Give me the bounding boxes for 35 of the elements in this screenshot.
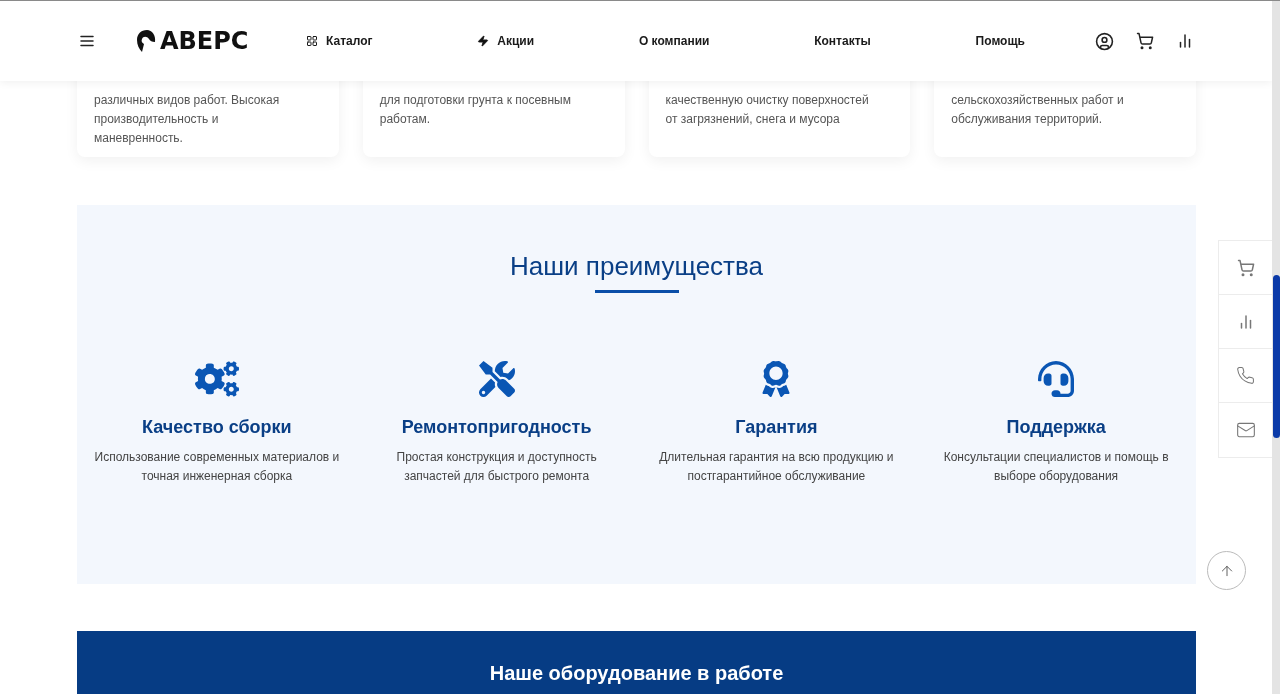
card-description: сельскохозяйственных работ и обслуживания территорий. <box>951 92 1125 128</box>
nav-link[interactable]: О компании <box>638 34 710 48</box>
nav-link[interactable]: Помощь <box>975 34 1025 48</box>
lightning-icon <box>477 35 490 47</box>
cart-icon <box>1136 31 1154 50</box>
tools-icon <box>478 361 515 397</box>
nav-link[interactable]: Каталог <box>306 34 373 48</box>
advantage-title: Ремонтопригодность <box>401 417 592 438</box>
advantage-title: Гарантия <box>735 417 818 438</box>
advantage-title: Поддержка <box>1006 417 1106 438</box>
scrollbar[interactable] <box>1272 1 1280 694</box>
logo-icon <box>136 29 158 53</box>
grid-icon <box>306 35 318 47</box>
headset-icon <box>1038 361 1075 397</box>
scrollbar-thumb[interactable] <box>1273 275 1280 438</box>
user-icon <box>1095 31 1114 51</box>
mail-icon <box>1235 420 1256 440</box>
banner-title: Наше оборудование в работе <box>489 661 784 686</box>
cart-button[interactable] <box>1136 31 1154 51</box>
nav-link[interactable]: Контакты <box>814 34 871 48</box>
cart-icon <box>1236 258 1255 277</box>
card-description: различных видов работ. Высокая производительность и маневренность. <box>94 92 281 147</box>
nav-link[interactable]: Акции <box>477 34 535 48</box>
scroll-top-button[interactable] <box>1207 551 1246 590</box>
phone-icon <box>1236 366 1255 385</box>
advantage-text: Длительная гарантия на всю продукцию и постгарантийное обслуживание <box>658 449 895 485</box>
card-description: качественную очистку поверхностей от загрязнений, снега и мусора <box>665 92 870 128</box>
advantage-text: Использование современных материалов и точная инженерная сборка <box>93 449 341 485</box>
logo: АВЕРС <box>160 27 249 55</box>
advantage-text: Простая конструкция и доступность запчастей для быстрого ремонта <box>395 449 598 485</box>
advantage-title: Качество сборки <box>142 417 292 438</box>
account-button[interactable] <box>1095 31 1114 51</box>
advantage-text: Консультации специалистов и помощь в выборе оборудования <box>942 449 1170 485</box>
card-description: для подготовки грунта к посевным работам. <box>379 92 572 128</box>
section-title: Наши преимущества <box>510 251 763 282</box>
